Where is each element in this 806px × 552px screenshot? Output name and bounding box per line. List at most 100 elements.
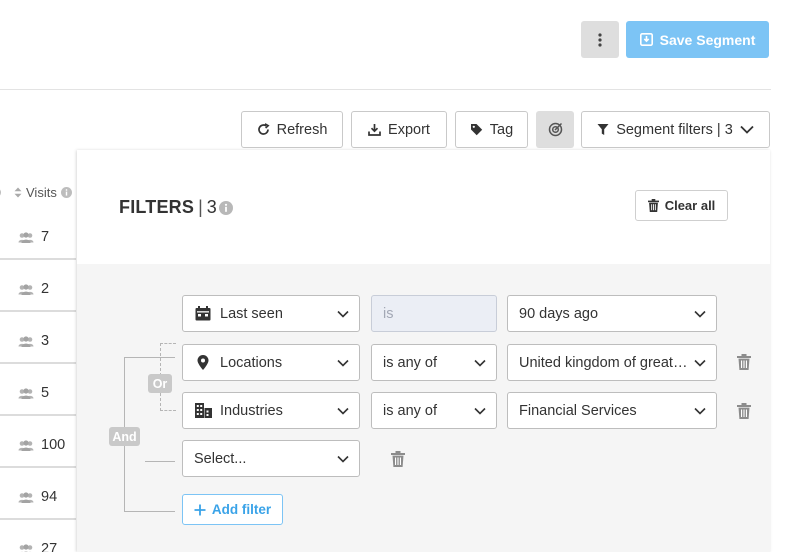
filters-title: FILTERS | 3 (119, 197, 233, 218)
sort-icon (14, 187, 22, 198)
filters-count: 3 (206, 197, 217, 217)
delete-filter-icon[interactable] (737, 403, 751, 419)
filter-operator-select[interactable]: is any of (371, 392, 497, 429)
filter-field-select[interactable]: Industries (182, 392, 360, 429)
filter-field-value: Last seen (220, 305, 283, 322)
visits-column-header[interactable]: Visits (0, 178, 76, 208)
tag-button[interactable]: Tag (455, 111, 528, 148)
filter-value-select[interactable]: Financial Services (507, 392, 717, 429)
save-segment-button[interactable]: Save Segment (626, 21, 769, 58)
visits-value: 27 (41, 541, 58, 552)
visits-value: 100 (41, 437, 66, 453)
chevron-down-icon (694, 407, 706, 415)
filter-operator-select[interactable]: is any of (371, 344, 497, 381)
visits-header-label: Visits (26, 185, 57, 200)
export-button[interactable]: Export (351, 111, 447, 148)
vertical-ellipsis-icon (598, 32, 602, 47)
filter-field-value: Industries (220, 402, 283, 419)
new-filter-placeholder: Select... (194, 450, 247, 467)
delete-filter-icon[interactable] (737, 354, 751, 370)
visits-value: 94 (41, 489, 58, 505)
building-icon (194, 403, 212, 418)
filter-value-text: United kingdom of great britain and nort… (519, 354, 688, 371)
table-row[interactable]: 7 (0, 216, 76, 260)
filter-operator-value: is (383, 305, 394, 322)
table-row[interactable]: 100 (0, 424, 76, 468)
save-segment-label: Save Segment (659, 31, 756, 48)
add-filter-button[interactable]: Add filter (182, 494, 283, 525)
refresh-icon (257, 123, 270, 135)
filters-title-text: FILTERS (119, 197, 195, 217)
filter-value-select[interactable]: 90 days ago (507, 295, 717, 332)
refresh-label: Refresh (276, 121, 328, 138)
and-operator-badge[interactable]: And (109, 427, 140, 446)
download-icon (368, 124, 381, 136)
users-icon (18, 387, 34, 399)
users-icon (18, 491, 34, 503)
calendar-icon (195, 306, 211, 321)
users-icon (18, 283, 34, 295)
chevron-down-icon (337, 407, 349, 415)
save-icon (639, 33, 653, 46)
chevron-down-icon (337, 455, 349, 463)
users-icon (18, 231, 34, 243)
and-branch-line (145, 461, 175, 462)
filter-value-text: 90 days ago (519, 305, 599, 322)
table-row[interactable]: 94 (0, 476, 76, 520)
clear-all-label: Clear all (664, 198, 716, 213)
trash-icon (647, 199, 659, 212)
info-icon (60, 187, 72, 198)
target-check-icon (548, 122, 562, 137)
clear-all-button[interactable]: Clear all (635, 190, 728, 221)
filter-operator-field: is (371, 295, 497, 332)
map-pin-icon (197, 355, 209, 370)
chevron-down-icon (337, 310, 349, 318)
target-toggle-button[interactable] (536, 111, 574, 148)
export-label: Export (388, 121, 430, 138)
visits-value: 3 (41, 333, 50, 349)
visits-value: 2 (41, 281, 50, 297)
refresh-button[interactable]: Refresh (241, 111, 343, 148)
filter-operator-value: is any of (383, 402, 437, 419)
and-bracket-top (124, 357, 175, 358)
filters-panel-header: FILTERS | 3 Clear all (77, 150, 770, 264)
chevron-down-icon (474, 359, 486, 367)
or-operator-badge[interactable]: Or (148, 374, 172, 393)
table-row[interactable]: 5 (0, 372, 76, 416)
chevron-down-icon (694, 310, 706, 318)
tag-label: Tag (489, 121, 514, 138)
or-bracket-top (160, 343, 176, 344)
plus-icon (194, 504, 206, 515)
filter-field-value: Locations (220, 354, 283, 371)
users-icon (18, 335, 34, 347)
users-icon (18, 439, 34, 451)
funnel-icon (597, 124, 609, 135)
filters-title-separator: | (198, 197, 203, 217)
filter-operator-value: is any of (383, 354, 437, 371)
filter-value-select[interactable]: United kingdom of great britain and nort… (507, 344, 717, 381)
chevron-down-icon (694, 359, 706, 367)
or-bracket-bottom (160, 410, 176, 411)
table-row[interactable]: 3 (0, 320, 76, 364)
chevron-down-icon (740, 125, 754, 134)
visits-value: 7 (41, 229, 50, 245)
chevron-down-icon (337, 359, 349, 367)
delete-filter-icon[interactable] (391, 451, 405, 467)
add-filter-label: Add filter (211, 502, 272, 517)
users-icon (19, 543, 33, 552)
table-row[interactable]: 27 (0, 528, 76, 552)
filter-field-select[interactable]: Last seen (182, 295, 360, 332)
segment-filters-label: Segment filters | 3 (616, 121, 733, 138)
table-row[interactable]: 2 (0, 268, 76, 312)
chevron-down-icon (474, 407, 486, 415)
info-icon (218, 200, 233, 215)
header-divider (0, 89, 771, 90)
info-icon (0, 189, 1, 196)
filter-field-select[interactable]: Locations (182, 344, 360, 381)
and-bracket-bottom (124, 511, 175, 512)
new-filter-field-select[interactable]: Select... (182, 440, 360, 477)
segment-filters-button[interactable]: Segment filters | 3 (581, 111, 770, 148)
more-options-button[interactable] (581, 21, 619, 58)
tag-icon (470, 124, 482, 136)
visits-value: 5 (41, 385, 50, 401)
